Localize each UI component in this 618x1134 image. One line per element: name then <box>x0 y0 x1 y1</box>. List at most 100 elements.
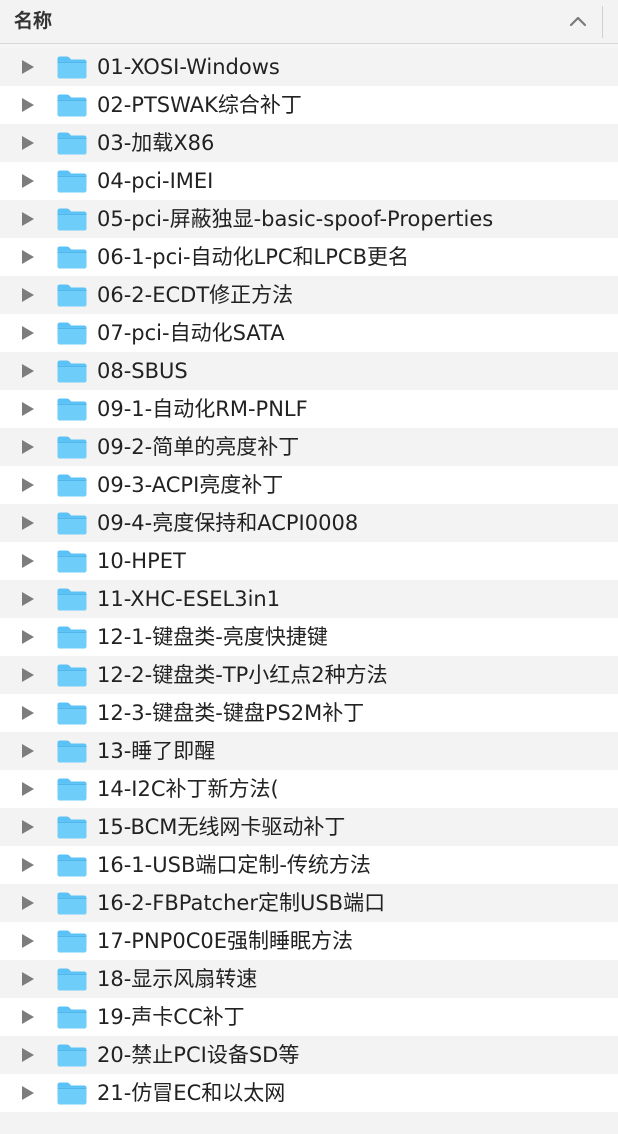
disclosure-triangle-icon[interactable] <box>21 135 35 151</box>
list-item[interactable]: 06-1-pci-自动化LPC和LPCB更名 <box>0 238 618 276</box>
disclosure-triangle-icon[interactable] <box>21 287 35 303</box>
folder-name[interactable]: 12-1-键盘类-亮度快捷键 <box>97 624 328 650</box>
list-item[interactable]: 14-I2C补丁新方法( <box>0 770 618 808</box>
column-header[interactable]: 名称 <box>0 0 618 44</box>
disclosure-triangle-icon[interactable] <box>21 857 35 873</box>
folder-icon <box>57 702 87 725</box>
list-item[interactable]: 12-2-键盘类-TP小红点2种方法 <box>0 656 618 694</box>
folder-name[interactable]: 06-2-ECDT修正方法 <box>97 282 293 308</box>
folder-icon <box>57 626 87 649</box>
folder-name[interactable]: 09-4-亮度保持和ACPI0008 <box>97 510 358 536</box>
disclosure-triangle-icon[interactable] <box>21 1047 35 1063</box>
folder-name[interactable]: 20-禁止PCI设备SD等 <box>97 1042 299 1068</box>
list-item[interactable]: 01-XOSI-Windows <box>0 48 618 86</box>
disclosure-triangle-icon[interactable] <box>21 363 35 379</box>
disclosure-triangle-icon[interactable] <box>21 1009 35 1025</box>
folder-icon <box>57 664 87 687</box>
folder-name[interactable]: 16-2-FBPatcher定制USB端口 <box>97 890 385 916</box>
list-item[interactable]: 15-BCM无线网卡驱动补丁 <box>0 808 618 846</box>
folder-icon <box>57 94 87 117</box>
list-item[interactable]: 02-PTSWAK综合补丁 <box>0 86 618 124</box>
disclosure-triangle-icon[interactable] <box>21 781 35 797</box>
list-item[interactable]: 18-显示风扇转速 <box>0 960 618 998</box>
folder-icon <box>57 1006 87 1029</box>
folder-name[interactable]: 09-3-ACPI亮度补丁 <box>97 472 283 498</box>
list-item[interactable]: 12-3-键盘类-键盘PS2M补丁 <box>0 694 618 732</box>
folder-name[interactable]: 03-加载X86 <box>97 130 214 156</box>
list-item[interactable]: 11-XHC-ESEL3in1 <box>0 580 618 618</box>
folder-name[interactable]: 04-pci-IMEI <box>97 168 213 194</box>
folder-name[interactable]: 05-pci-屏蔽独显-basic-spoof-Properties <box>97 206 493 232</box>
list-item[interactable]: 05-pci-屏蔽独显-basic-spoof-Properties <box>0 200 618 238</box>
folder-name[interactable]: 10-HPET <box>97 548 186 574</box>
disclosure-triangle-icon[interactable] <box>21 97 35 113</box>
disclosure-triangle-icon[interactable] <box>21 971 35 987</box>
list-item[interactable]: 09-3-ACPI亮度补丁 <box>0 466 618 504</box>
list-item[interactable]: 10-HPET <box>0 542 618 580</box>
disclosure-triangle-icon[interactable] <box>21 591 35 607</box>
folder-name[interactable]: 11-XHC-ESEL3in1 <box>97 586 280 612</box>
disclosure-triangle-icon[interactable] <box>21 211 35 227</box>
disclosure-triangle-icon[interactable] <box>21 743 35 759</box>
folder-icon <box>57 1082 87 1105</box>
list-item[interactable]: 13-睡了即醒 <box>0 732 618 770</box>
folder-icon <box>57 854 87 877</box>
folder-name[interactable]: 01-XOSI-Windows <box>97 54 280 80</box>
folder-name[interactable]: 13-睡了即醒 <box>97 738 215 764</box>
folder-name[interactable]: 12-2-键盘类-TP小红点2种方法 <box>97 662 388 688</box>
folder-icon <box>57 816 87 839</box>
column-divider[interactable] <box>602 6 603 38</box>
list-item[interactable]: 20-禁止PCI设备SD等 <box>0 1036 618 1074</box>
folder-name[interactable]: 18-显示风扇转速 <box>97 966 257 992</box>
list-item[interactable]: 09-2-简单的亮度补丁 <box>0 428 618 466</box>
folder-name[interactable]: 09-1-自动化RM-PNLF <box>97 396 308 422</box>
list-item[interactable]: 21-仿冒EC和以太网 <box>0 1074 618 1112</box>
folder-name[interactable]: 17-PNP0C0E强制睡眠方法 <box>97 928 353 954</box>
list-item[interactable]: 09-4-亮度保持和ACPI0008 <box>0 504 618 542</box>
list-item[interactable]: 19-声卡CC补丁 <box>0 998 618 1036</box>
disclosure-triangle-icon[interactable] <box>21 249 35 265</box>
disclosure-triangle-icon[interactable] <box>21 667 35 683</box>
name-column-title[interactable]: 名称 <box>14 8 52 34</box>
list-item[interactable]: 09-1-自动化RM-PNLF <box>0 390 618 428</box>
list-item[interactable]: 16-1-USB端口定制-传统方法 <box>0 846 618 884</box>
chevron-up-icon[interactable] <box>567 11 589 31</box>
folder-name[interactable]: 14-I2C补丁新方法( <box>97 776 279 802</box>
list-item[interactable]: 06-2-ECDT修正方法 <box>0 276 618 314</box>
list-item[interactable]: 08-SBUS <box>0 352 618 390</box>
list-item[interactable]: 04-pci-IMEI <box>0 162 618 200</box>
list-item[interactable]: 17-PNP0C0E强制睡眠方法 <box>0 922 618 960</box>
folder-name[interactable]: 16-1-USB端口定制-传统方法 <box>97 852 371 878</box>
disclosure-triangle-icon[interactable] <box>21 1085 35 1101</box>
disclosure-triangle-icon[interactable] <box>21 401 35 417</box>
folder-name[interactable]: 15-BCM无线网卡驱动补丁 <box>97 814 345 840</box>
list-item[interactable]: 07-pci-自动化SATA <box>0 314 618 352</box>
folder-icon <box>57 588 87 611</box>
disclosure-triangle-icon[interactable] <box>21 819 35 835</box>
folder-name[interactable]: 02-PTSWAK综合补丁 <box>97 92 302 118</box>
list-item[interactable]: 03-加载X86 <box>0 124 618 162</box>
disclosure-triangle-icon[interactable] <box>21 59 35 75</box>
list-item[interactable]: 12-1-键盘类-亮度快捷键 <box>0 618 618 656</box>
disclosure-triangle-icon[interactable] <box>21 933 35 949</box>
folder-name[interactable]: 06-1-pci-自动化LPC和LPCB更名 <box>97 244 409 270</box>
disclosure-triangle-icon[interactable] <box>21 553 35 569</box>
disclosure-triangle-icon[interactable] <box>21 325 35 341</box>
folder-name[interactable]: 09-2-简单的亮度补丁 <box>97 434 299 460</box>
folder-icon <box>57 436 87 459</box>
disclosure-triangle-icon[interactable] <box>21 629 35 645</box>
folder-name[interactable]: 21-仿冒EC和以太网 <box>97 1080 285 1106</box>
list-item[interactable]: 16-2-FBPatcher定制USB端口 <box>0 884 618 922</box>
folder-name[interactable]: 12-3-键盘类-键盘PS2M补丁 <box>97 700 364 726</box>
disclosure-triangle-icon[interactable] <box>21 705 35 721</box>
folder-name[interactable]: 08-SBUS <box>97 358 188 384</box>
folder-icon <box>57 322 87 345</box>
list-empty-area <box>0 1112 618 1134</box>
disclosure-triangle-icon[interactable] <box>21 895 35 911</box>
disclosure-triangle-icon[interactable] <box>21 173 35 189</box>
disclosure-triangle-icon[interactable] <box>21 515 35 531</box>
folder-name[interactable]: 07-pci-自动化SATA <box>97 320 285 346</box>
folder-name[interactable]: 19-声卡CC补丁 <box>97 1004 245 1030</box>
disclosure-triangle-icon[interactable] <box>21 439 35 455</box>
disclosure-triangle-icon[interactable] <box>21 477 35 493</box>
